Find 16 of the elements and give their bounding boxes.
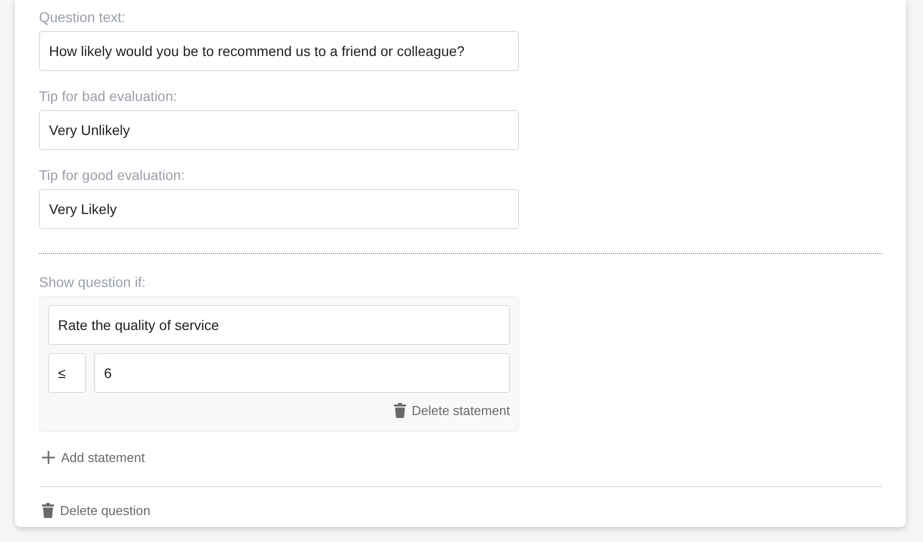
text-field[interactable]: Very Unlikely <box>39 110 519 150</box>
field-label: Tip for good evaluation: <box>39 166 186 184</box>
delete-question-button[interactable]: Delete question <box>42 500 150 520</box>
value-field[interactable]: 6 <box>94 353 510 393</box>
delete-statement-button[interactable]: Delete statement <box>394 401 510 420</box>
trash-icon <box>42 503 54 518</box>
trash-icon <box>394 403 406 418</box>
add-statement-button[interactable]: Add statement <box>42 448 145 467</box>
question-field[interactable]: Rate the quality of service <box>48 305 510 345</box>
text-field[interactable]: How likely would you be to recommend us to a friend or colleague? <box>39 31 519 71</box>
text-field[interactable]: Very Likely <box>39 189 519 229</box>
field-label: Tip for bad evaluation: <box>39 87 178 105</box>
condition-label: Show question if: <box>39 273 147 291</box>
field-label: Question text: <box>39 8 126 26</box>
operator-field[interactable]: ≤ <box>48 353 86 393</box>
plus-icon <box>42 450 55 464</box>
